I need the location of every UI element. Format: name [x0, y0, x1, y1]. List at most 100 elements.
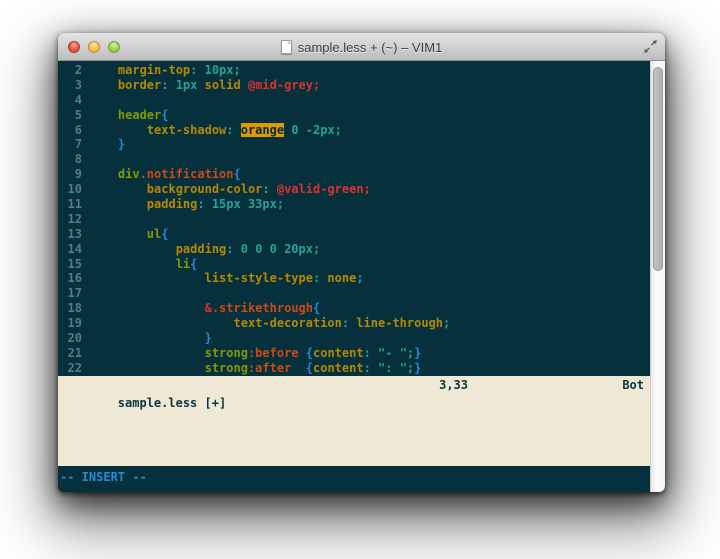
code-token: .notification — [140, 167, 234, 181]
close-button[interactable] — [68, 41, 80, 53]
code-token: : 0 0 0 20px; — [226, 242, 320, 256]
line-number: 14 — [58, 242, 82, 257]
line-number: 17 — [58, 286, 82, 301]
code-token: none — [327, 271, 356, 285]
scrollbar-track[interactable] — [650, 61, 665, 492]
code-token: strong — [89, 346, 248, 360]
code-editor[interactable]: 2 margin-top: 10px;3 border: 1px solid @… — [58, 61, 650, 376]
code-token: :before — [248, 346, 299, 360]
line-number: 6 — [58, 123, 82, 138]
code-line[interactable]: 12 — [58, 212, 650, 227]
vim-statusline: sample.less [+] 3,33 Bot — [58, 376, 650, 466]
code-token: } — [89, 137, 125, 151]
code-token — [299, 346, 306, 360]
line-number: 4 — [58, 93, 82, 108]
code-text: border: 1px solid @mid-grey; — [89, 78, 320, 93]
vim-window: sample.less + (~) – VIM1 2 margin-top: 1… — [58, 33, 665, 492]
line-number: 13 — [58, 227, 82, 242]
code-text: text-shadow: orange 0 -2px; — [89, 123, 342, 138]
titlebar[interactable]: sample.less + (~) – VIM1 — [58, 33, 665, 61]
code-token: { — [313, 301, 320, 315]
line-number: 22 — [58, 361, 82, 376]
line-number: 16 — [58, 271, 82, 286]
line-number: 15 — [58, 257, 82, 272]
code-line[interactable]: 13 ul{ — [58, 227, 650, 242]
code-line[interactable]: 8 — [58, 152, 650, 167]
code-line[interactable]: 22 strong:after {content: ": ";} — [58, 361, 650, 376]
code-line[interactable]: 7 } — [58, 137, 650, 152]
code-token: padding — [89, 197, 197, 211]
code-text: margin-top: 10px; — [89, 63, 241, 78]
line-number: 8 — [58, 152, 82, 167]
code-token: { — [306, 361, 313, 375]
code-text: list-style-type: none; — [89, 271, 364, 286]
line-number: 20 — [58, 331, 82, 346]
code-line[interactable]: 18 &.strikethrough{ — [58, 301, 650, 316]
code-token: @valid-green; — [277, 182, 371, 196]
code-token — [241, 78, 248, 92]
line-number: 2 — [58, 63, 82, 78]
code-token: { — [161, 108, 168, 122]
code-token: margin-top — [89, 63, 190, 77]
code-token: { — [234, 167, 241, 181]
code-token: .strikethrough — [212, 301, 313, 315]
code-line[interactable]: 17 — [58, 286, 650, 301]
code-text: &.strikethrough{ — [89, 301, 320, 316]
line-number: 10 — [58, 182, 82, 197]
code-token: text-decoration — [89, 316, 342, 330]
minimize-button[interactable] — [88, 41, 100, 53]
code-line[interactable]: 10 background-color: @valid-green; — [58, 182, 650, 197]
code-text: ul{ — [89, 227, 168, 242]
code-token: div — [89, 167, 140, 181]
code-line[interactable]: 3 border: 1px solid @mid-grey; — [58, 78, 650, 93]
traffic-lights — [58, 41, 120, 53]
line-number: 7 — [58, 137, 82, 152]
line-number: 5 — [58, 108, 82, 123]
code-token: ; — [356, 271, 363, 285]
code-token: list-style-type — [89, 271, 313, 285]
code-text: padding: 15px 33px; — [89, 197, 284, 212]
code-token: strong — [89, 361, 248, 375]
fullscreen-icon[interactable] — [643, 40, 658, 53]
code-token: @mid-grey; — [248, 78, 320, 92]
code-line[interactable]: 20 } — [58, 331, 650, 346]
code-line[interactable]: 2 margin-top: 10px; — [58, 63, 650, 78]
code-token: line-through — [356, 316, 443, 330]
code-text: background-color: @valid-green; — [89, 182, 371, 197]
code-text: div.notification{ — [89, 167, 241, 182]
code-token: solid — [205, 78, 241, 92]
code-token: background-color — [89, 182, 262, 196]
code-text: } — [89, 331, 212, 346]
code-token: content — [313, 361, 364, 375]
code-token: ul — [89, 227, 161, 241]
code-line[interactable]: 19 text-decoration: line-through; — [58, 316, 650, 331]
code-token: { — [161, 227, 168, 241]
code-line[interactable]: 9 div.notification{ — [58, 167, 650, 182]
code-line[interactable]: 11 padding: 15px 33px; — [58, 197, 650, 212]
code-token: : — [342, 316, 356, 330]
zoom-button[interactable] — [108, 41, 120, 53]
code-text: strong:after {content: ": ";} — [89, 361, 421, 376]
line-number: 11 — [58, 197, 82, 212]
code-token: : — [226, 123, 240, 137]
code-token: header — [89, 108, 161, 122]
line-number: 9 — [58, 167, 82, 182]
search-highlight: orange — [241, 123, 284, 137]
code-line[interactable]: 15 li{ — [58, 257, 650, 272]
code-token: : 10px; — [190, 63, 241, 77]
code-line[interactable]: 5 header{ — [58, 108, 650, 123]
scrollbar-thumb[interactable] — [653, 67, 663, 271]
code-line[interactable]: 21 strong:before {content: "- ";} — [58, 346, 650, 361]
code-line[interactable]: 16 list-style-type: none; — [58, 271, 650, 286]
code-text: header{ — [89, 108, 168, 123]
code-token: : ": "; — [364, 361, 415, 375]
code-token: : 1px — [161, 78, 204, 92]
statusline-filename: sample.less [+] — [118, 396, 226, 410]
code-line[interactable]: 6 text-shadow: orange 0 -2px; — [58, 123, 650, 138]
code-line[interactable]: 14 padding: 0 0 0 20px; — [58, 242, 650, 257]
code-token: ; — [443, 316, 450, 330]
code-text: text-decoration: line-through; — [89, 316, 450, 331]
code-token: } — [414, 361, 421, 375]
code-text: strong:before {content: "- ";} — [89, 346, 421, 361]
code-line[interactable]: 4 — [58, 93, 650, 108]
